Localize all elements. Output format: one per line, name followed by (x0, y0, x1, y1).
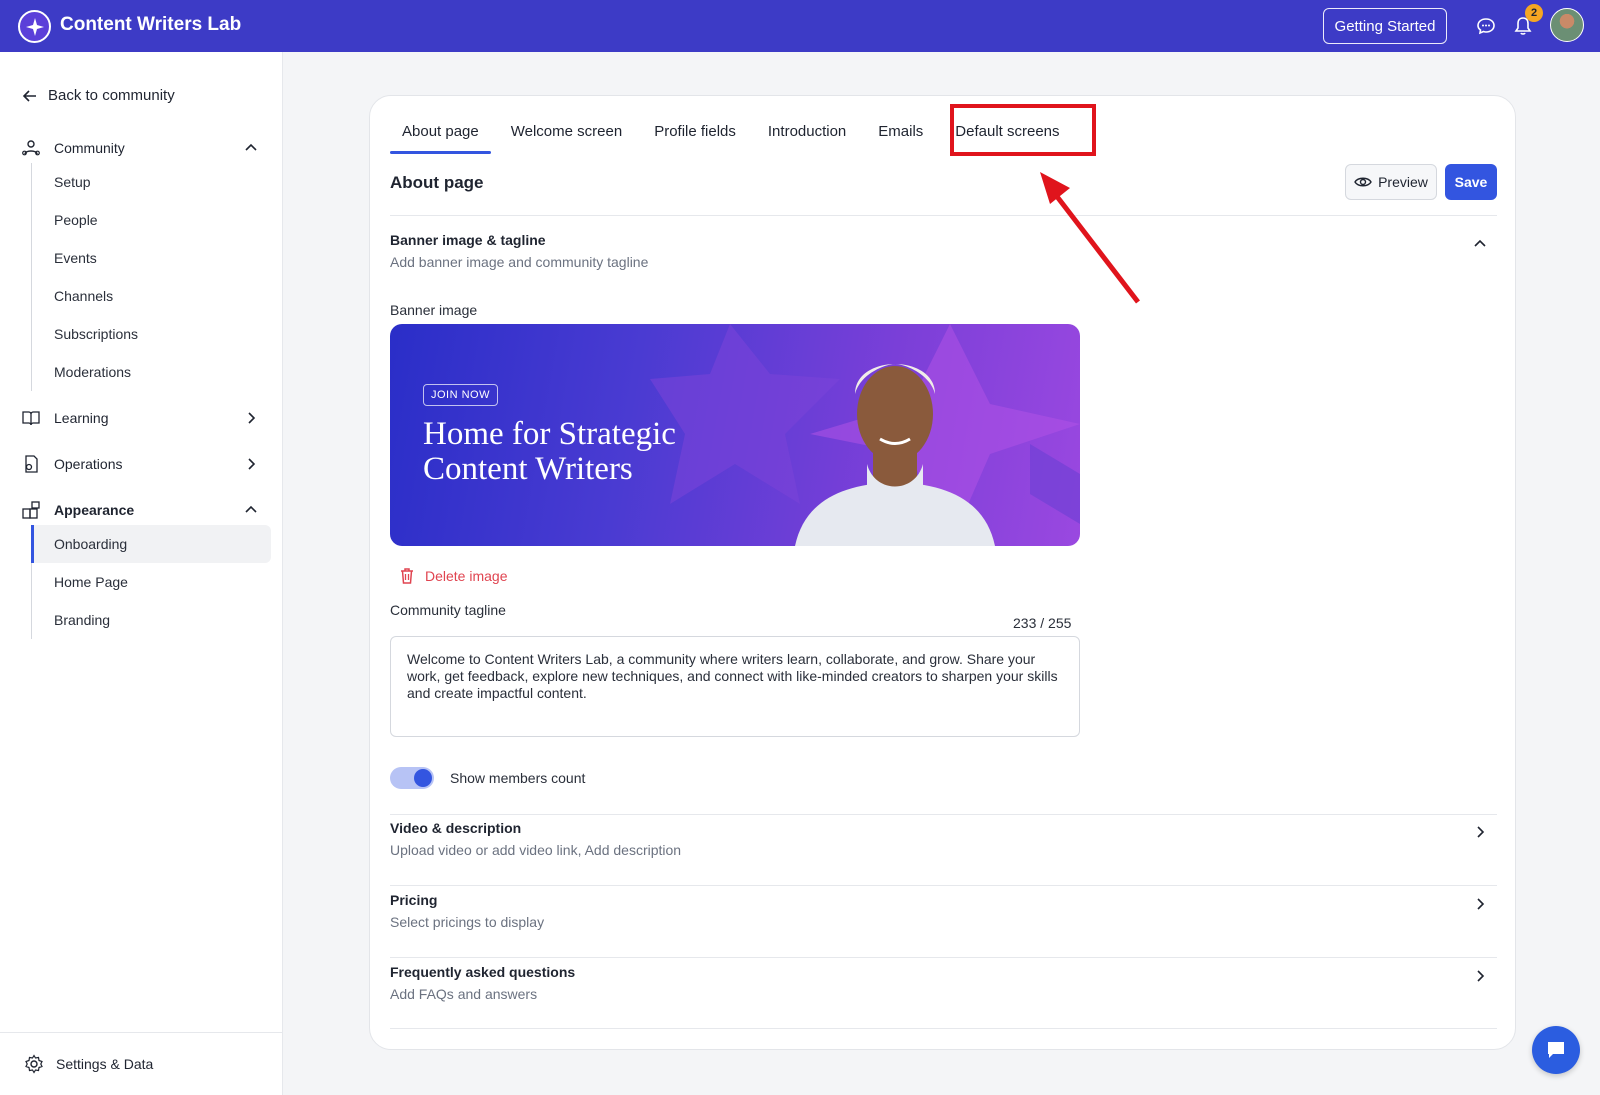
operations-icon (20, 453, 42, 475)
sidebar-item-subscriptions[interactable]: Subscriptions (32, 315, 272, 353)
sidebar-item-people[interactable]: People (32, 201, 272, 239)
tab-introduction[interactable]: Introduction (756, 118, 858, 154)
page-title: About page (390, 173, 484, 192)
sidebar-group-community[interactable]: Community (20, 137, 260, 159)
chat-support-button[interactable] (1532, 1026, 1580, 1074)
back-to-community-link[interactable]: Back to community (22, 87, 175, 104)
app-logo-icon[interactable] (18, 10, 51, 43)
tab-emails[interactable]: Emails (866, 118, 935, 154)
video-section-title[interactable]: Video & description (390, 820, 521, 836)
pricing-section-title[interactable]: Pricing (390, 892, 437, 908)
highlight-annotation-box (950, 104, 1096, 156)
faq-section-title[interactable]: Frequently asked questions (390, 964, 575, 980)
getting-started-button[interactable]: Getting Started (1323, 8, 1447, 44)
banner-image-label: Banner image (390, 302, 478, 318)
chevron-up-icon[interactable] (242, 139, 260, 157)
sidebar-item-channels[interactable]: Channels (32, 277, 272, 315)
char-counter: 233 / 255 (1013, 615, 1072, 631)
operations-label: Operations (54, 456, 123, 472)
user-avatar[interactable] (1550, 8, 1584, 42)
save-button[interactable]: Save (1445, 164, 1497, 200)
settings-label: Settings & Data (56, 1056, 154, 1072)
show-members-count-toggle[interactable] (390, 767, 434, 789)
chat-bubble-icon (1548, 1042, 1564, 1058)
community-icon (20, 137, 42, 159)
tagline-textarea[interactable]: Welcome to Content Writers Lab, a commun… (390, 636, 1080, 737)
divider (390, 1028, 1497, 1029)
sidebar: Back to community Community Setup People… (0, 52, 283, 1095)
app-title[interactable]: Content Writers Lab (60, 14, 241, 36)
toggle-label: Show members count (450, 770, 586, 786)
tab-profile-fields[interactable]: Profile fields (642, 118, 748, 154)
sidebar-item-events[interactable]: Events (32, 239, 272, 277)
settings-and-data-link[interactable]: Settings & Data (0, 1032, 283, 1095)
community-label: Community (54, 140, 125, 156)
trash-icon (401, 568, 413, 584)
eye-icon (1354, 177, 1372, 187)
delete-image-button[interactable]: Delete image (398, 567, 508, 585)
divider (390, 215, 1497, 216)
preview-label: Preview (1378, 174, 1428, 190)
sidebar-item-moderations[interactable]: Moderations (32, 353, 272, 391)
banner-image[interactable]: JOIN NOW Home for Strategic Content Writ… (390, 324, 1080, 546)
notification-badge: 2 (1525, 4, 1543, 22)
tab-welcome-screen[interactable]: Welcome screen (499, 118, 634, 154)
tab-about-page[interactable]: About page (390, 118, 491, 154)
sidebar-group-operations[interactable]: Operations (20, 453, 260, 475)
learning-label: Learning (54, 410, 109, 426)
chat-icon[interactable] (1474, 14, 1498, 38)
faq-section-subtitle: Add FAQs and answers (390, 986, 538, 1002)
preview-button[interactable]: Preview (1345, 164, 1437, 200)
chevron-right-icon[interactable] (242, 409, 260, 427)
video-section-subtitle: Upload video or add video link, Add desc… (390, 842, 682, 858)
join-now-chip: JOIN NOW (423, 384, 498, 406)
chevron-right-icon[interactable] (242, 455, 260, 473)
sidebar-item-home-page[interactable]: Home Page (32, 563, 272, 601)
chevron-up-icon[interactable] (242, 501, 260, 519)
banner-section-subtitle: Add banner image and community tagline (390, 254, 649, 270)
appearance-label: Appearance (54, 502, 135, 518)
pricing-section-subtitle: Select pricings to display (390, 914, 545, 930)
divider (390, 957, 1497, 958)
banner-heading: Home for Strategic Content Writers (423, 416, 676, 487)
onboarding-card: About page Welcome screen Profile fields… (369, 95, 1516, 1050)
back-label: Back to community (48, 87, 175, 104)
chevron-right-icon[interactable] (1470, 822, 1490, 842)
banner-person-photo (795, 364, 995, 546)
delete-image-label: Delete image (425, 568, 508, 584)
sidebar-item-onboarding[interactable]: Onboarding (30, 525, 271, 563)
book-icon (20, 407, 42, 429)
tagline-label: Community tagline (390, 602, 506, 618)
sidebar-item-branding[interactable]: Branding (32, 601, 272, 639)
chevron-up-icon[interactable] (1470, 234, 1490, 254)
divider (390, 814, 1497, 815)
arrow-left-icon (22, 89, 36, 102)
divider (390, 885, 1497, 886)
appearance-icon (20, 499, 42, 521)
community-submenu: Setup People Events Channels Subscriptio… (31, 163, 272, 391)
sidebar-group-appearance[interactable]: Appearance (20, 499, 260, 521)
annotation-arrow-icon (1040, 172, 1140, 304)
appearance-submenu: Onboarding Home Page Branding (30, 525, 272, 639)
gear-icon (25, 1054, 43, 1074)
sidebar-group-learning[interactable]: Learning (20, 407, 260, 429)
sidebar-item-setup[interactable]: Setup (32, 163, 272, 201)
banner-section-title[interactable]: Banner image & tagline (390, 232, 546, 248)
chevron-right-icon[interactable] (1470, 894, 1490, 914)
chevron-right-icon[interactable] (1470, 966, 1490, 986)
top-bar: Content Writers Lab Getting Started 2 (0, 0, 1600, 52)
